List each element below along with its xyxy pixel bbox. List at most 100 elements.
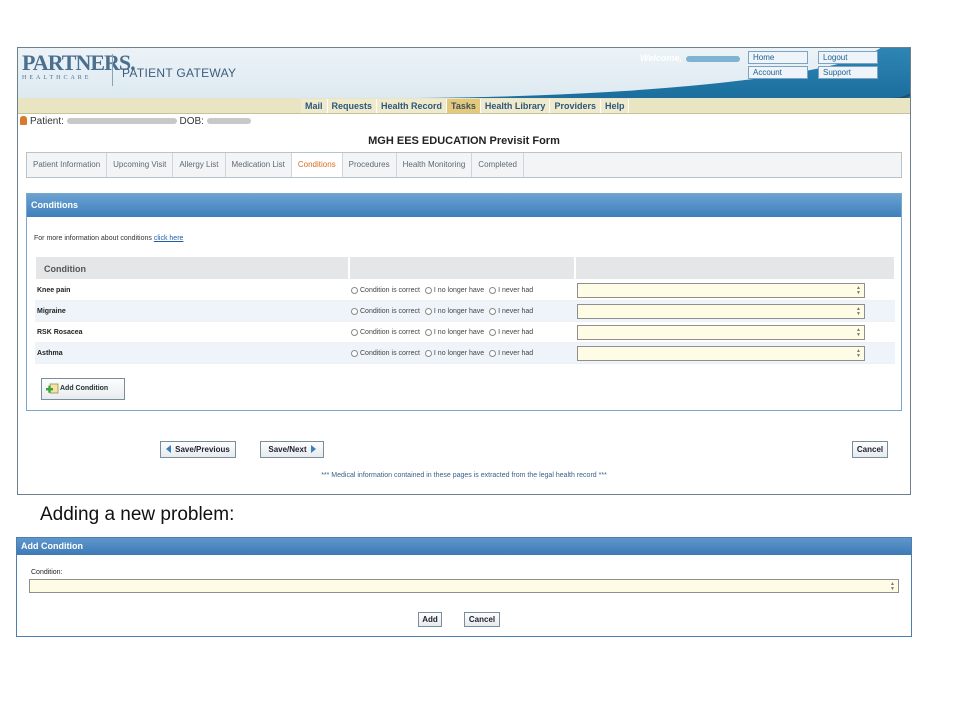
condition-name: RSK Rosacea: [37, 328, 83, 336]
conditions-info: For more information about conditions cl…: [34, 235, 183, 242]
condition-field-label: Condition:: [31, 569, 63, 576]
logout-button[interactable]: Logout: [818, 51, 878, 64]
radio-condition-correct[interactable]: [351, 349, 358, 357]
cancel-button[interactable]: Cancel: [852, 441, 888, 458]
radio-label: Condition is correct: [360, 349, 420, 357]
radio-never-had[interactable]: [489, 286, 497, 294]
dialog-add-button[interactable]: Add: [418, 612, 442, 627]
add-condition-dialog: Add Condition Condition: ▲ ▼ Add Cancel: [16, 537, 912, 637]
add-condition-button[interactable]: Add Condition: [41, 378, 125, 400]
redacted-dob: [206, 118, 251, 125]
radio-no-longer-have[interactable]: [424, 349, 432, 357]
nav-health-record[interactable]: Health Record: [377, 99, 448, 113]
condition-input[interactable]: ▲ ▼: [29, 579, 899, 593]
radio-never-had[interactable]: [489, 307, 497, 315]
save-previous-button[interactable]: Save/Previous: [160, 441, 236, 458]
save-previous-label: Save/Previous: [175, 445, 230, 454]
main-nav: Mail Requests Health Record Tasks Health…: [18, 98, 910, 114]
redacted-patient-name: [66, 118, 177, 125]
radio-never-had[interactable]: [489, 328, 497, 336]
column-header-condition: Condition: [35, 256, 349, 280]
comment-textarea[interactable]: ▲ ▼: [577, 303, 865, 319]
radio-label: Condition is correct: [360, 307, 420, 315]
radio-never-had[interactable]: [489, 349, 497, 357]
form-title: MGH EES EDUCATION Previsit Form: [368, 135, 560, 147]
condition-name: Asthma: [37, 349, 63, 357]
save-next-button[interactable]: Save/Next: [260, 441, 324, 458]
patient-gateway-window: PARTNERS. HEALTHCARE PATIENT GATEWAY Wel…: [17, 47, 911, 495]
nav-requests[interactable]: Requests: [327, 99, 378, 113]
radio-condition-correct[interactable]: [351, 328, 358, 336]
table-row: Asthma Condition is correct I no longer …: [35, 343, 895, 364]
add-condition-icon: [46, 383, 59, 394]
radio-condition-correct[interactable]: [351, 286, 358, 294]
radio-no-longer-have[interactable]: [424, 328, 432, 336]
partners-logo[interactable]: PARTNERS. HEALTHCARE: [22, 50, 136, 92]
patient-label: Patient:: [30, 116, 64, 127]
app-title: PATIENT GATEWAY: [122, 66, 237, 80]
radio-label: I never had: [498, 286, 534, 294]
dob-label: DOB:: [179, 116, 204, 127]
tab-upcoming-visit[interactable]: Upcoming Visit: [107, 153, 174, 177]
tab-completed[interactable]: Completed: [472, 153, 524, 177]
nav-tasks[interactable]: Tasks: [447, 99, 481, 113]
save-next-label: Save/Next: [268, 445, 307, 454]
arrow-right-icon: [310, 445, 316, 453]
radio-label: I no longer have: [433, 349, 485, 357]
radio-condition-correct[interactable]: [351, 307, 358, 315]
nav-providers[interactable]: Providers: [550, 99, 601, 113]
tab-procedures[interactable]: Procedures: [343, 153, 397, 177]
footer-note: *** Medical information contained in the…: [321, 472, 607, 479]
radio-label: I no longer have: [433, 307, 485, 315]
info-text: For more information about conditions: [34, 235, 152, 242]
dialog-title: Add Condition: [17, 538, 911, 555]
radio-label: I never had: [498, 349, 534, 357]
nav-health-library[interactable]: Health Library: [480, 99, 551, 113]
spinner-icon[interactable]: ▲ ▼: [856, 306, 861, 317]
form-tabs: Patient Information Upcoming Visit Aller…: [26, 152, 902, 178]
tab-health-monitoring[interactable]: Health Monitoring: [397, 153, 473, 177]
caption: Adding a new problem:: [40, 504, 235, 525]
table-row: Knee pain Condition is correct I no long…: [35, 280, 895, 301]
table-header: Condition: [35, 256, 895, 280]
dialog-cancel-button[interactable]: Cancel: [464, 612, 500, 627]
tab-allergy-list[interactable]: Allergy List: [173, 153, 226, 177]
spinner-icon[interactable]: ▲ ▼: [890, 582, 895, 592]
logo-subtext: HEALTHCARE: [22, 75, 92, 81]
welcome-text: Welcome,: [640, 53, 740, 63]
radio-label: Condition is correct: [360, 328, 420, 336]
radio-no-longer-have[interactable]: [424, 307, 432, 315]
spinner-icon[interactable]: ▲ ▼: [856, 348, 861, 359]
radio-label: Condition is correct: [360, 286, 420, 294]
home-button[interactable]: Home: [748, 51, 808, 64]
redacted-username: [685, 55, 740, 62]
radio-label: I no longer have: [433, 328, 485, 336]
radio-no-longer-have[interactable]: [424, 286, 432, 294]
nav-mail[interactable]: Mail: [301, 99, 328, 113]
comment-textarea[interactable]: ▲ ▼: [577, 282, 865, 298]
radio-label: I never had: [498, 328, 534, 336]
radio-label: I no longer have: [433, 286, 485, 294]
column-header-comments: [575, 256, 895, 280]
tab-medication-list[interactable]: Medication List: [226, 153, 292, 177]
arrow-left-icon: [166, 445, 172, 453]
spinner-icon[interactable]: ▲ ▼: [856, 285, 861, 296]
support-button[interactable]: Support: [818, 66, 878, 79]
header-curve: [882, 48, 910, 100]
add-condition-label: Add Condition: [60, 385, 109, 392]
radio-label: I never had: [498, 307, 534, 315]
nav-help[interactable]: Help: [600, 99, 630, 113]
conditions-panel-title: Conditions: [27, 194, 901, 217]
tab-conditions[interactable]: Conditions: [291, 153, 343, 177]
comment-textarea[interactable]: ▲ ▼: [577, 324, 865, 340]
info-link[interactable]: click here: [154, 235, 184, 242]
spinner-icon[interactable]: ▲ ▼: [856, 327, 861, 338]
condition-name: Knee pain: [37, 286, 71, 294]
logo-text: PARTNERS.: [22, 50, 136, 75]
table-row: Migraine Condition is correct I no longe…: [35, 301, 895, 322]
column-header-status: [349, 256, 575, 280]
tab-patient-information[interactable]: Patient Information: [27, 153, 108, 177]
patient-info: Patient: DOB:: [20, 116, 251, 127]
comment-textarea[interactable]: ▲ ▼: [577, 345, 865, 361]
account-button[interactable]: Account: [748, 66, 808, 79]
